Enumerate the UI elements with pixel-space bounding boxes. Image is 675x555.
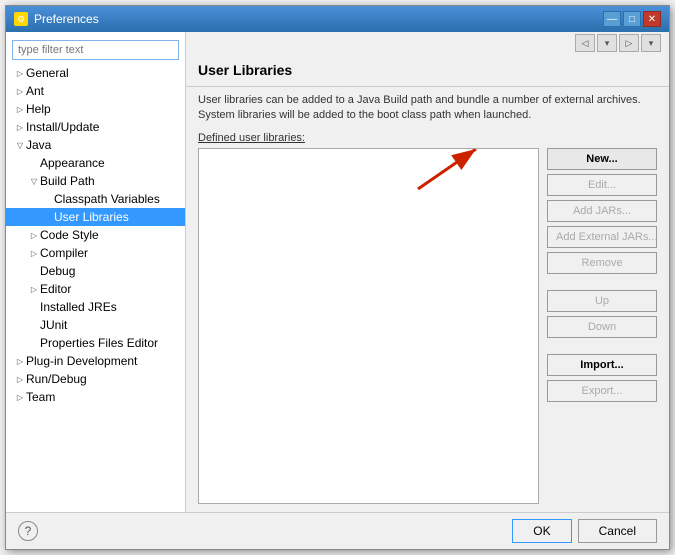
edit-button[interactable]: Edit... — [547, 174, 657, 196]
close-button[interactable]: ✕ — [643, 11, 661, 27]
sidebar-item-installed-jres[interactable]: Installed JREs — [6, 298, 185, 316]
sidebar-item-team[interactable]: ▷ Team — [6, 388, 185, 406]
panel-header: User Libraries — [186, 54, 669, 87]
sidebar-item-ant[interactable]: ▷ Ant — [6, 82, 185, 100]
sidebar-item-properties-files-editor[interactable]: Properties Files Editor — [6, 334, 185, 352]
sidebar-item-label: Properties Files Editor — [40, 336, 158, 350]
ok-button[interactable]: OK — [512, 519, 571, 543]
sidebar-item-editor[interactable]: ▷ Editor — [6, 280, 185, 298]
sidebar-item-label: Editor — [40, 282, 71, 296]
panel-title: User Libraries — [198, 62, 657, 78]
sidebar-item-label: Build Path — [40, 174, 95, 188]
forward-dropdown-button[interactable]: ▾ — [597, 34, 617, 52]
expand-icon: ▷ — [28, 283, 40, 295]
sidebar-item-help[interactable]: ▷ Help — [6, 100, 185, 118]
spacer-icon — [28, 265, 40, 277]
sidebar-item-code-style[interactable]: ▷ Code Style — [6, 226, 185, 244]
spacer-icon — [28, 301, 40, 313]
sidebar-item-user-libraries[interactable]: User Libraries — [6, 208, 185, 226]
sidebar-item-label: Compiler — [40, 246, 88, 260]
red-arrow-indicator — [408, 148, 488, 199]
forward-button[interactable]: ▷ — [619, 34, 639, 52]
sidebar-item-classpath-variables[interactable]: Classpath Variables — [6, 190, 185, 208]
expand-icon: ▽ — [14, 139, 26, 151]
back-button[interactable]: ◁ — [575, 34, 595, 52]
spacer-icon — [28, 337, 40, 349]
minimize-button[interactable]: — — [603, 11, 621, 27]
expand-icon: ▷ — [14, 391, 26, 403]
spacer-icon — [42, 193, 54, 205]
sidebar-item-label: Install/Update — [26, 120, 99, 134]
export-button[interactable]: Export... — [547, 380, 657, 402]
nav-bar: ◁ ▾ ▷ ▾ — [186, 32, 669, 54]
sidebar-item-label: JUnit — [40, 318, 67, 332]
sidebar-item-label: Classpath Variables — [54, 192, 160, 206]
expand-icon: ▷ — [28, 247, 40, 259]
sidebar-item-label: Java — [26, 138, 51, 152]
sidebar-item-general[interactable]: ▷ General — [6, 64, 185, 82]
libraries-list[interactable] — [198, 148, 539, 504]
title-controls: — □ ✕ — [603, 11, 661, 27]
sidebar-item-compiler[interactable]: ▷ Compiler — [6, 244, 185, 262]
new-button[interactable]: New... — [547, 148, 657, 170]
sidebar-item-junit[interactable]: JUnit — [6, 316, 185, 334]
title-bar-left: ⚙ Preferences — [14, 12, 99, 26]
defined-label: Defined user libraries: — [186, 130, 669, 148]
cancel-button[interactable]: Cancel — [578, 519, 657, 543]
maximize-button[interactable]: □ — [623, 11, 641, 27]
main-panel: ◁ ▾ ▷ ▾ User Libraries User libraries ca… — [186, 32, 669, 512]
sidebar-item-label: Appearance — [40, 156, 105, 170]
sidebar-item-debug[interactable]: Debug — [6, 262, 185, 280]
sidebar-item-build-path[interactable]: ▽ Build Path — [6, 172, 185, 190]
sidebar-item-label: Code Style — [40, 228, 99, 242]
sidebar-item-run-debug[interactable]: ▷ Run/Debug — [6, 370, 185, 388]
title-bar: ⚙ Preferences — □ ✕ — [6, 6, 669, 32]
action-buttons: New... Edit... Add JARs... Add External … — [547, 148, 657, 504]
nav-dropdown-button[interactable]: ▾ — [641, 34, 661, 52]
up-button[interactable]: Up — [547, 290, 657, 312]
spacer — [547, 342, 657, 350]
expand-icon: ▷ — [28, 229, 40, 241]
sidebar-item-label: Ant — [26, 84, 44, 98]
sidebar-item-label: Plug-in Development — [26, 354, 137, 368]
expand-icon: ▷ — [14, 355, 26, 367]
spacer — [547, 278, 657, 286]
spacer-icon — [42, 211, 54, 223]
expand-icon: ▷ — [14, 85, 26, 97]
expand-icon: ▷ — [14, 103, 26, 115]
expand-icon: ▷ — [14, 373, 26, 385]
sidebar-item-install-update[interactable]: ▷ Install/Update — [6, 118, 185, 136]
panel-body: New... Edit... Add JARs... Add External … — [186, 148, 669, 512]
expand-icon: ▷ — [14, 121, 26, 133]
down-button[interactable]: Down — [547, 316, 657, 338]
add-external-jars-button[interactable]: Add External JARs... — [547, 226, 657, 248]
sidebar-item-java[interactable]: ▽ Java — [6, 136, 185, 154]
expand-icon: ▷ — [14, 67, 26, 79]
preferences-window: ⚙ Preferences — □ ✕ ▷ General ▷ Ant ▷ — [5, 5, 670, 550]
sidebar-item-label: Help — [26, 102, 51, 116]
remove-button[interactable]: Remove — [547, 252, 657, 274]
description-text: User libraries can be added to a Java Bu… — [186, 87, 669, 130]
sidebar-item-label: Installed JREs — [40, 300, 117, 314]
sidebar-item-label: Debug — [40, 264, 75, 278]
window-icon: ⚙ — [14, 12, 28, 26]
sidebar-item-label: User Libraries — [54, 210, 129, 224]
window-title: Preferences — [34, 12, 99, 26]
sidebar-item-plugin-development[interactable]: ▷ Plug-in Development — [6, 352, 185, 370]
filter-input[interactable] — [12, 40, 179, 60]
sidebar-item-appearance[interactable]: Appearance — [6, 154, 185, 172]
add-jars-button[interactable]: Add JARs... — [547, 200, 657, 222]
sidebar: ▷ General ▷ Ant ▷ Help ▷ Install/Update … — [6, 32, 186, 512]
sidebar-item-label: General — [26, 66, 69, 80]
spacer-icon — [28, 319, 40, 331]
bottom-bar: ? OK Cancel — [6, 512, 669, 549]
content-area: ▷ General ▷ Ant ▷ Help ▷ Install/Update … — [6, 32, 669, 512]
help-button[interactable]: ? — [18, 521, 38, 541]
sidebar-item-label: Run/Debug — [26, 372, 87, 386]
bottom-buttons: OK Cancel — [512, 519, 657, 543]
spacer-icon — [28, 157, 40, 169]
import-button[interactable]: Import... — [547, 354, 657, 376]
sidebar-item-label: Team — [26, 390, 55, 404]
expand-icon: ▽ — [28, 175, 40, 187]
